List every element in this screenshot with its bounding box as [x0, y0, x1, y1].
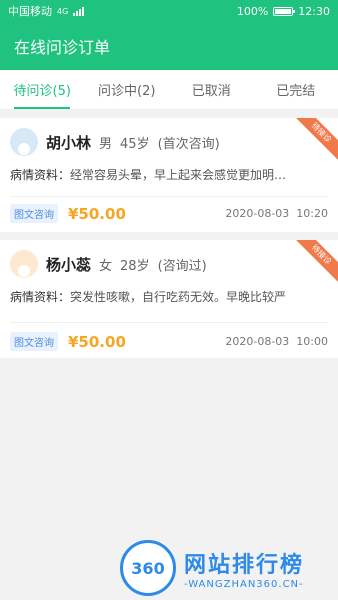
tab-label: 待问诊(5)	[13, 84, 71, 99]
signal-icon	[73, 6, 85, 16]
order-datetime: 2020-08-03 10:20	[225, 207, 328, 220]
tab-completed[interactable]: 已完结	[254, 70, 338, 109]
order-footer: 图文咨询 ¥50.00 2020-08-03 10:20	[10, 204, 328, 223]
order-date: 2020-08-03	[225, 335, 290, 348]
order-datetime: 2020-08-03 10:00	[225, 335, 328, 348]
battery-icon	[273, 6, 296, 16]
watermark-text: 网站排行榜 -WANGZHAN360.CN-	[184, 547, 304, 590]
battery-percent: 100%	[236, 4, 269, 18]
order-time: 10:20	[296, 207, 328, 220]
condition-description: 病情资料：突发性咳嗽，自行吃药无效。早晚比较严	[10, 288, 328, 305]
tab-label: 已完结	[276, 84, 316, 99]
status-left: 中国移动 4G	[8, 3, 85, 19]
tab-label: 已取消	[191, 84, 231, 99]
watermark: 360 网站排行榜 -WANGZHAN360.CN-	[120, 540, 304, 596]
status-right: 100% 12:30	[237, 5, 330, 18]
condition-description: 病情资料：经常容易头晕，早上起来会感觉更加明…	[10, 166, 328, 183]
desc-text: 经常容易头晕，早上起来会感觉更加明…	[70, 168, 287, 182]
divider	[10, 322, 328, 323]
avatar	[10, 250, 38, 278]
order-price: ¥50.00	[68, 332, 126, 351]
order-date: 2020-08-03	[225, 207, 290, 220]
desc-label: 病情资料：	[10, 168, 71, 182]
consult-type: (咨询过)	[157, 258, 207, 274]
nav-bar: 在线问诊订单	[0, 22, 338, 70]
clock: 12:30	[298, 4, 330, 18]
order-card[interactable]: 待接诊 胡小林 男 45岁 (首次咨询) 病情资料：经常容易头晕，早上起来会感觉…	[0, 118, 338, 232]
patient-gender: 男	[99, 136, 113, 152]
patient-age: 28岁	[120, 258, 150, 274]
tab-label: 问诊中(2)	[98, 84, 156, 99]
order-card[interactable]: 待接诊 杨小蕊 女 28岁 (咨询过) 病情资料：突发性咳嗽，自行吃药无效。早晚…	[0, 240, 338, 358]
watermark-sub: -WANGZHAN360.CN-	[184, 578, 304, 590]
patient-header: 杨小蕊 女 28岁 (咨询过)	[10, 250, 207, 278]
patient-name: 胡小林	[46, 133, 92, 152]
order-footer: 图文咨询 ¥50.00 2020-08-03 10:00	[10, 332, 328, 351]
watermark-main: 网站排行榜	[184, 552, 305, 578]
carrier-label: 中国移动	[8, 5, 52, 18]
patient-name: 杨小蕊	[46, 255, 92, 274]
status-badge: 待接诊	[291, 118, 338, 163]
tab-bar: 待问诊(5) 问诊中(2) 已取消 已完结	[0, 70, 338, 110]
tab-cancelled[interactable]: 已取消	[169, 70, 254, 109]
network-label: 4G	[57, 6, 69, 16]
patient-header: 胡小林 男 45岁 (首次咨询)	[10, 128, 220, 156]
order-price: ¥50.00	[68, 204, 126, 223]
order-time: 10:00	[296, 335, 328, 348]
patient-age: 45岁	[120, 136, 150, 152]
desc-label: 病情资料：	[10, 290, 71, 304]
avatar	[10, 128, 38, 156]
consult-type: (首次咨询)	[157, 136, 220, 152]
status-bar: 中国移动 4G 100% 12:30	[0, 0, 338, 22]
watermark-logo: 360	[120, 540, 176, 596]
service-type-tag: 图文咨询	[10, 204, 58, 223]
tab-pending[interactable]: 待问诊(5)	[0, 70, 85, 109]
desc-text: 突发性咳嗽，自行吃药无效。早晚比较严	[70, 290, 287, 304]
tab-in-progress[interactable]: 问诊中(2)	[85, 70, 170, 109]
divider	[10, 196, 328, 197]
page-title: 在线问诊订单	[14, 38, 111, 57]
patient-gender: 女	[99, 258, 113, 274]
service-type-tag: 图文咨询	[10, 332, 58, 351]
status-badge: 待接诊	[291, 240, 338, 285]
